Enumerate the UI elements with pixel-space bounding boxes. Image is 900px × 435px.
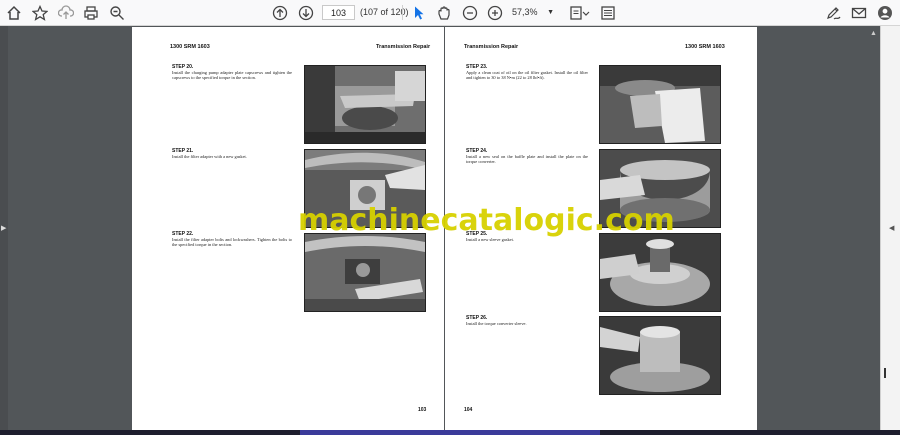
step-text: Install the filter adapter bolts and loc… [172, 237, 292, 248]
right-panel-collapsed[interactable]: ◀ [880, 26, 900, 430]
chevron-down-icon: ▼ [547, 9, 554, 16]
photo-step-22 [304, 233, 426, 312]
photo-step-25 [599, 233, 721, 312]
scrollbar-thumb[interactable] [884, 368, 886, 378]
cursor-icon[interactable] [409, 3, 429, 23]
running-header-right: 1300 SRM 1603 [685, 44, 725, 50]
zoom-value: 57,3% [512, 7, 538, 17]
hand-icon[interactable] [434, 3, 454, 23]
photo-step-20 [304, 65, 426, 144]
zoom-out-icon[interactable] [107, 3, 127, 23]
zoom-in-icon[interactable] [485, 3, 505, 23]
expand-right-icon[interactable]: ◀ [889, 224, 894, 232]
email-icon[interactable] [849, 3, 869, 23]
upload-icon[interactable] [56, 3, 76, 23]
zoom-select[interactable]: 57,3% ▼ [512, 5, 557, 20]
home-icon[interactable] [4, 3, 24, 23]
photo-step-23 [599, 65, 721, 144]
step-text: Install the filter adapter with a new ga… [172, 154, 247, 159]
print-icon[interactable] [81, 3, 101, 23]
expand-left-icon[interactable]: ▶ [1, 224, 6, 232]
sign-icon[interactable] [824, 3, 844, 23]
running-header-right: Transmission Repair [376, 44, 431, 50]
step-text: Apply a clean coat of oil on the oil fil… [466, 70, 588, 81]
down-arrow-icon[interactable] [296, 3, 316, 23]
step-text: Install a new seal on the baffle plate a… [466, 154, 588, 165]
left-panel-collapsed[interactable]: ▶ [0, 26, 8, 430]
scroll-up-icon[interactable]: ▲ [870, 30, 877, 37]
zoom-out-circle-icon[interactable] [460, 3, 480, 23]
watermark: machinecatalogic.com [298, 203, 675, 238]
toolbar-divider [402, 5, 403, 20]
page-number: 103 [418, 407, 427, 413]
account-icon[interactable] [875, 3, 895, 23]
fit-chevron-icon[interactable] [581, 3, 591, 23]
star-icon[interactable] [30, 3, 50, 23]
taskbar-strip [0, 430, 900, 435]
photo-step-26 [599, 316, 721, 395]
up-arrow-icon[interactable] [270, 3, 290, 23]
page-number: 104 [464, 407, 473, 413]
step-text: Install the charging pump adapter plate … [172, 70, 292, 81]
taskbar-accent [300, 430, 600, 435]
toolbar: 103 (107 of 120) 57,3% ▼ [0, 0, 900, 26]
running-header-left: Transmission Repair [464, 44, 519, 50]
page-number-input[interactable]: 103 [322, 5, 355, 20]
step-text: Install the torque converter sleeve. [466, 321, 527, 326]
running-header-left: 1300 SRM 1603 [170, 44, 210, 50]
scroll-mode-icon[interactable] [598, 3, 618, 23]
